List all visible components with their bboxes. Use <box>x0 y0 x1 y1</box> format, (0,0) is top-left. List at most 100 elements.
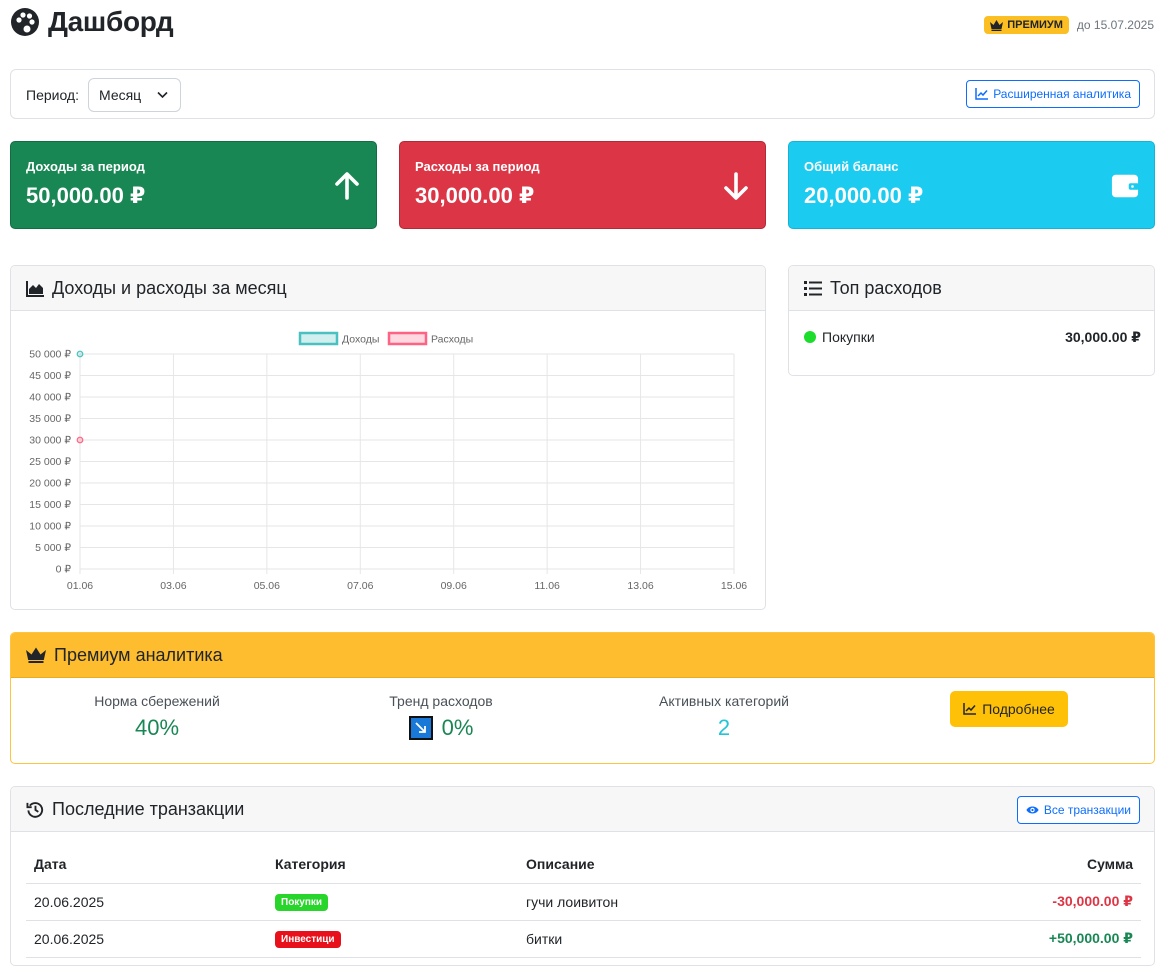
arrow-down-icon <box>724 172 748 200</box>
x-tick-label: 13.06 <box>627 580 653 592</box>
transactions-header: Последние транзакции <box>11 787 1154 832</box>
legend-label: Доходы <box>342 334 379 346</box>
expense-value: 30,000.00 ₽ <box>415 183 535 208</box>
chart-card-header: Доходы и расходы за месяц <box>11 266 765 311</box>
eye-icon <box>1026 806 1039 814</box>
x-tick-label: 01.06 <box>67 580 93 592</box>
all-transactions-button[interactable]: Все транзакции <box>1016 796 1140 824</box>
table-header-row: Дата Категория Описание Сумма <box>26 846 1141 884</box>
history-icon <box>26 801 44 818</box>
y-tick-label: 25 000 ₽ <box>29 456 71 468</box>
brand: Дашборд <box>10 6 174 38</box>
top-expenses-header: Топ расходов <box>789 266 1154 311</box>
x-tick-label: 07.06 <box>347 580 373 592</box>
recent-transactions-card: Последние транзакции Все транзакции Дата… <box>10 786 1155 966</box>
area-chart-icon <box>26 280 44 297</box>
chevron-down-icon <box>157 91 168 99</box>
data-point <box>76 350 84 358</box>
y-tick-label: 30 000 ₽ <box>29 435 71 447</box>
transaction-date: 20.06.2025 <box>26 883 267 921</box>
savings-rate-metric: Норма сбережений 40% <box>47 693 267 741</box>
line-chart-icon <box>963 703 977 715</box>
y-tick-label: 35 000 ₽ <box>29 413 71 425</box>
transactions-title: Последние транзакции <box>52 798 245 819</box>
transaction-description: битки <box>518 920 842 958</box>
table-row: 20.06.2025 Инвестици битки +50,000.00 ₽ <box>26 920 1141 958</box>
income-expense-chart: 50 000 ₽ 45 000 ₽ 40 000 ₽ 35 000 ₽ 30 000 ₽… <box>29 331 747 592</box>
premium-analytics-header: Премиум аналитика <box>11 633 1154 678</box>
expense-trend-metric: Тренд расходов 0% <box>331 693 551 741</box>
income-value: 50,000.00 ₽ <box>26 183 146 208</box>
y-tick-label: 20 000 ₽ <box>29 478 71 490</box>
chart-card-title: Доходы и расходы за месяц <box>52 277 287 298</box>
arrow-up-icon <box>335 172 359 200</box>
premium-until: до 15.07.2025 <box>1076 18 1154 32</box>
x-tick-label: 03.06 <box>160 580 186 592</box>
active-categories-metric: Активных категорий 2 <box>614 693 834 741</box>
transaction-description: гучи лоивитон <box>518 883 842 921</box>
transaction-date: 20.06.2025 <box>26 920 267 958</box>
income-card: Доходы за период 50,000.00 ₽ <box>10 141 377 229</box>
transaction-amount: +50,000.00 ₽ <box>841 920 1141 958</box>
income-label: Доходы за период <box>26 159 145 174</box>
wallet-icon <box>1111 174 1139 198</box>
expense-label: Расходы за период <box>415 159 540 174</box>
page-title: Дашборд <box>48 6 174 37</box>
top-expenses-title: Топ расходов <box>830 277 942 298</box>
column-header-amount: Сумма <box>841 846 1141 884</box>
filter-bar: Период: Месяц Расширенная аналитика <box>10 69 1155 119</box>
y-tick-label: 0 ₽ <box>56 564 72 576</box>
category-badge: Инвестици <box>275 931 341 948</box>
line-chart-icon <box>975 88 989 100</box>
y-tick-label: 45 000 ₽ <box>29 370 71 382</box>
active-categories-value: 2 <box>717 715 731 740</box>
advanced-analytics-label: Расширенная аналитика <box>993 87 1131 101</box>
x-tick-label: 11.06 <box>534 580 560 592</box>
trend-down-arrow-icon <box>408 716 433 740</box>
balance-value: 20,000.00 ₽ <box>804 183 924 208</box>
y-tick-label: 40 000 ₽ <box>29 392 71 404</box>
premium-badge-label: ПРЕМИУМ <box>1007 19 1063 31</box>
transaction-amount: -30,000.00 ₽ <box>841 883 1141 921</box>
x-tick-label: 05.06 <box>254 580 280 592</box>
top-expense-name: Покупки <box>822 329 875 345</box>
expense-trend-value: 0% <box>441 715 474 740</box>
balance-label: Общий баланс <box>804 159 899 174</box>
expense-card: Расходы за период 30,000.00 ₽ <box>399 141 766 229</box>
column-header-description: Описание <box>518 846 842 884</box>
y-tick-label: 5 000 ₽ <box>35 542 71 554</box>
top-expense-amount: 30,000.00 ₽ <box>1065 329 1141 345</box>
y-tick-label: 15 000 ₽ <box>29 499 71 511</box>
premium-badge: ПРЕМИУМ <box>984 16 1069 34</box>
expense-trend-value-row: 0% <box>331 715 551 741</box>
expense-trend-label: Тренд расходов <box>389 693 493 709</box>
x-tick-label: 15.06 <box>721 580 747 592</box>
page-header: Дашборд ПРЕМИУМ до 15.07.2025 <box>0 0 1160 50</box>
period-select-value: Месяц <box>99 87 142 103</box>
transaction-category-cell: Инвестици <box>267 920 518 958</box>
advanced-analytics-button[interactable]: Расширенная аналитика <box>966 80 1140 108</box>
palette-icon <box>11 8 39 36</box>
premium-analytics-title: Премиум аналитика <box>54 644 223 665</box>
list-icon <box>804 280 822 296</box>
savings-rate-label: Норма сбережений <box>94 693 220 709</box>
column-header-date: Дата <box>26 846 267 884</box>
legend-swatch <box>387 331 428 346</box>
y-tick-label: 50 000 ₽ <box>29 349 71 361</box>
data-point <box>76 436 84 444</box>
details-button[interactable]: Подробнее <box>950 691 1068 727</box>
table-row: 20.06.2025 Покупки гучи лоивитон -30,000… <box>26 883 1141 921</box>
savings-rate-value: 40% <box>134 715 180 740</box>
all-transactions-label: Все транзакции <box>1043 803 1131 817</box>
crown-icon <box>990 19 1004 31</box>
y-tick-label: 10 000 ₽ <box>29 521 71 533</box>
x-tick-label: 09.06 <box>441 580 467 592</box>
category-badge: Покупки <box>275 894 329 911</box>
details-button-label: Подробнее <box>982 701 1055 717</box>
transaction-category-cell: Покупки <box>267 883 518 921</box>
period-select[interactable]: Месяц <box>88 78 181 112</box>
category-color-dot <box>804 331 816 343</box>
active-categories-label: Активных категорий <box>659 693 789 709</box>
legend-swatch <box>298 331 339 346</box>
column-header-category: Категория <box>267 846 518 884</box>
